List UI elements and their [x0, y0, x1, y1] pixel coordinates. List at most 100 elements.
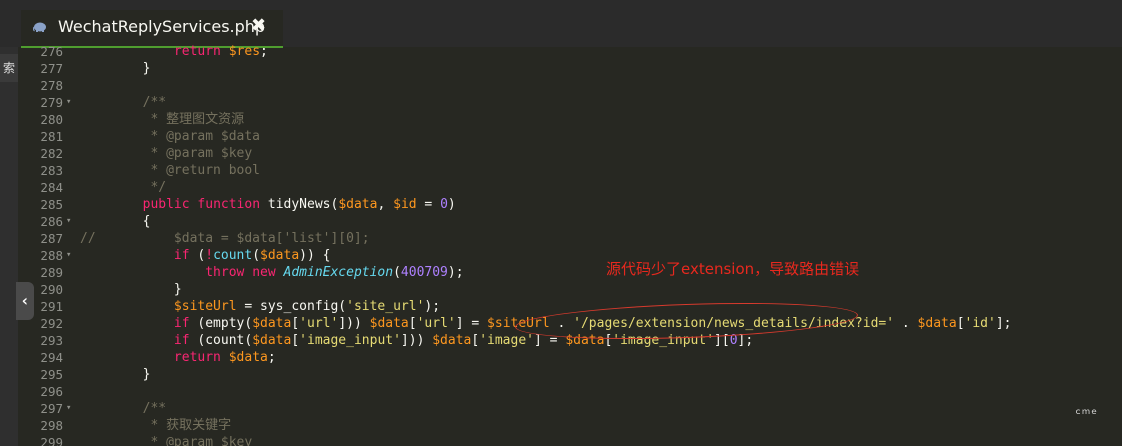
code-token: /**	[80, 95, 167, 110]
code-line[interactable]: 280 * 整理图文资源	[18, 111, 1122, 128]
line-number: 295	[40, 367, 63, 382]
tab-title: WechatReplyServices.php	[58, 17, 266, 36]
code-text: // $data = $data['list'][0];	[80, 230, 370, 247]
code-token: 'id'	[964, 316, 996, 331]
code-token: );	[447, 265, 464, 280]
line-number: 284	[40, 180, 63, 195]
code-token: 'site_url'	[346, 299, 425, 314]
code-line[interactable]: 298 * 获取关键字	[18, 417, 1122, 434]
code-token: = sys_config(	[236, 299, 347, 314]
code-text: * @param $key	[80, 145, 252, 162]
code-line[interactable]: 295 }	[18, 366, 1122, 383]
code-line[interactable]: 287 // $data = $data['list'][0];	[18, 230, 1122, 247]
code-text: */	[80, 179, 166, 196]
code-line[interactable]: 276 return $res;	[18, 43, 1122, 60]
code-text: * 整理图文资源	[80, 111, 244, 128]
code-token: ] =	[455, 316, 488, 331]
code-token: [	[291, 316, 300, 331]
code-line[interactable]: 281 * @param $data	[18, 128, 1122, 145]
php-elephant-icon	[33, 22, 46, 32]
side-panel-tab[interactable]: 索	[0, 54, 18, 82]
code-line[interactable]: 282 * @param $key	[18, 145, 1122, 162]
code-line[interactable]: 279 ▾ /**	[18, 94, 1122, 111]
code-editor[interactable]: 276 return $res; 277 } 278 279 ▾ /** 280 * 整理…	[18, 42, 1122, 446]
line-number: 282	[40, 146, 63, 161]
line-number: 283	[40, 163, 63, 178]
code-line[interactable]: 284 */	[18, 179, 1122, 196]
code-token: return	[173, 350, 221, 365]
code-token: function	[197, 197, 261, 212]
annotation-text: 源代码少了extension，导致路由错误	[606, 260, 860, 278]
line-number: 277	[40, 61, 63, 76]
code-token: 'url'	[299, 316, 339, 331]
code-text: throw new AdminException(400709);	[80, 264, 464, 281]
code-line[interactable]: 285 public function tidyNews($data, $id …	[18, 196, 1122, 213]
code-token: ;	[260, 44, 268, 59]
code-token: new	[252, 265, 276, 280]
code-token: ]))	[400, 333, 433, 348]
code-token: $data	[260, 248, 300, 263]
code-line[interactable]: 296	[18, 383, 1122, 400]
fold-arrow-icon[interactable]: ▾	[66, 400, 76, 417]
watermark: ｃｍｅ	[1074, 407, 1098, 416]
code-line[interactable]: 297 ▾ /**	[18, 400, 1122, 417]
code-token: )	[447, 197, 456, 212]
code-token: return	[173, 44, 221, 59]
code-token: (	[393, 265, 401, 280]
line-number: 297	[40, 401, 63, 416]
code-token: // $data = $data['list'][0];	[80, 231, 370, 246]
fold-arrow-icon[interactable]: ▾	[66, 247, 76, 264]
code-token: * 获取关键字	[80, 418, 232, 433]
code-token: * @param $data	[80, 129, 261, 144]
code-text: * @param $data	[80, 128, 260, 145]
line-number: 278	[40, 78, 63, 93]
line-number: 293	[40, 333, 63, 348]
code-token: /**	[80, 401, 167, 416]
line-number: 281	[40, 129, 63, 144]
line-number: 294	[40, 350, 63, 365]
code-token: {	[80, 214, 151, 229]
code-token: }	[80, 61, 151, 76]
fold-arrow-icon[interactable]: ▾	[66, 94, 76, 111]
code-token: throw	[205, 265, 245, 280]
code-line[interactable]: 286 ▾ {	[18, 213, 1122, 230]
close-icon[interactable]: ✖	[251, 15, 266, 36]
code-token: }	[80, 282, 182, 297]
line-number: 279	[40, 95, 63, 110]
code-line[interactable]: 294 return $data;	[18, 349, 1122, 366]
code-token: $data	[338, 197, 378, 212]
code-token: * 整理图文资源	[80, 112, 245, 127]
code-token: .	[894, 316, 918, 331]
code-line[interactable]: 288 ▾ if (!count($data)) {	[18, 247, 1122, 264]
code-token: =	[416, 197, 441, 212]
code-line[interactable]: 299 * @param $key	[18, 434, 1122, 446]
code-line[interactable]: 283 * @return bool	[18, 162, 1122, 179]
code-text: $siteUrl = sys_config('site_url');	[80, 298, 440, 315]
code-token: ,	[377, 197, 394, 212]
code-text: /**	[80, 94, 166, 111]
code-token: $id	[393, 197, 417, 212]
code-line[interactable]: 277 }	[18, 60, 1122, 77]
code-text: }	[80, 366, 151, 383]
fold-arrow-icon[interactable]: ▾	[66, 213, 76, 230]
line-number: 287	[40, 231, 63, 246]
code-line[interactable]: 290 }	[18, 281, 1122, 298]
code-token: [	[408, 316, 417, 331]
line-number: 285	[40, 197, 63, 212]
code-text: {	[80, 213, 151, 230]
chevron-left-icon[interactable]: ‹	[16, 282, 34, 320]
code-text: }	[80, 281, 182, 298]
code-text: * 获取关键字	[80, 417, 231, 434]
code-line[interactable]: 278	[18, 77, 1122, 94]
code-line[interactable]: 289 throw new AdminException(400709);	[18, 264, 1122, 281]
code-token: * @param $key	[80, 146, 253, 161]
code-token: * @return bool	[80, 163, 261, 178]
